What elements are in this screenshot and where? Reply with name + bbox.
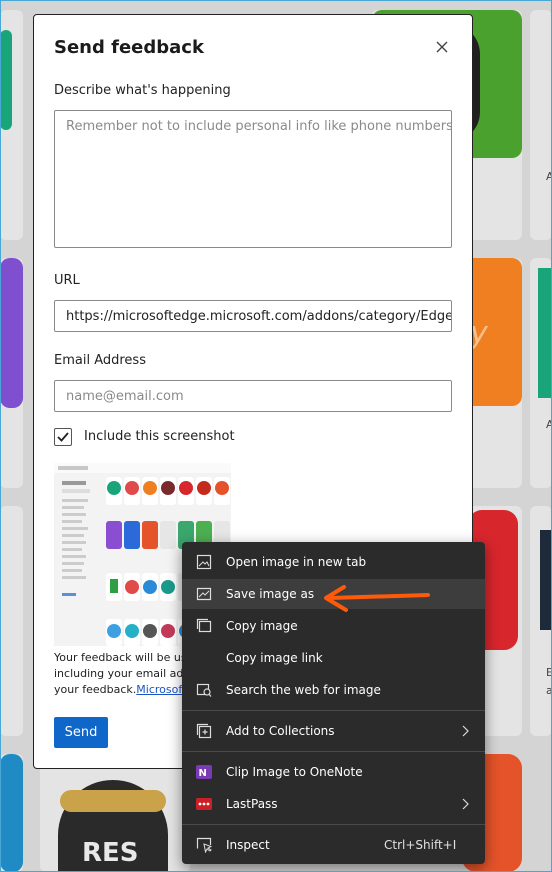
background-tile <box>0 754 23 872</box>
inspect-icon <box>196 837 212 853</box>
menu-item-label: Open image in new tab <box>226 555 367 569</box>
menu-separator <box>182 824 485 825</box>
menu-item-label: Copy image <box>226 619 298 633</box>
privacy-note-line-3: your feedback.Microsoft <box>54 682 194 698</box>
menu-item-open-image-new-tab[interactable]: Open image in new tab <box>182 547 485 577</box>
privacy-note-line-1: Your feedback will be us <box>54 651 187 664</box>
background-tile <box>0 30 12 130</box>
email-input[interactable]: name@email.com <box>54 380 452 412</box>
send-button[interactable]: Send <box>54 717 108 748</box>
privacy-note-text: your feedback. <box>54 683 137 696</box>
background-tile <box>0 258 23 408</box>
background-text: a <box>546 684 552 697</box>
copy-image-icon <box>196 618 212 633</box>
url-input[interactable]: https://microsoftedge.microsoft.com/addo… <box>54 300 452 332</box>
menu-item-label: LastPass <box>226 797 278 811</box>
privacy-note: Your feedback will be us including your … <box>54 650 194 698</box>
include-screenshot-label: Include this screenshot <box>84 429 235 444</box>
onenote-icon: N <box>196 765 212 779</box>
menu-item-label: Save image as <box>226 587 315 601</box>
close-icon[interactable] <box>432 37 452 57</box>
url-value: https://microsoftedge.microsoft.com/addo… <box>66 309 451 324</box>
url-label: URL <box>54 273 80 288</box>
background-text: A <box>546 170 552 183</box>
background-text: A <box>546 418 552 431</box>
menu-item-label: Copy image link <box>226 651 323 665</box>
email-label: Email Address <box>54 353 146 368</box>
background-text: E <box>546 666 552 679</box>
menu-item-lastpass[interactable]: LastPass <box>182 789 485 819</box>
menu-item-label: Clip Image to OneNote <box>226 765 363 779</box>
describe-textarea[interactable]: Remember not to include personal info li… <box>54 110 452 248</box>
menu-item-label: Add to Collections <box>226 724 335 738</box>
email-placeholder: name@email.com <box>66 389 184 404</box>
menu-item-copy-image[interactable]: Copy image <box>182 611 485 641</box>
chevron-right-icon <box>462 798 469 810</box>
describe-placeholder: Remember not to include personal info li… <box>66 119 451 134</box>
menu-item-shortcut: Ctrl+Shift+I <box>384 838 457 852</box>
lastpass-icon <box>196 798 212 810</box>
menu-item-clip-image-onenote[interactable]: N Clip Image to OneNote <box>182 757 485 787</box>
menu-item-label: Inspect <box>226 838 270 852</box>
privacy-note-line-2: including your email add <box>54 667 191 680</box>
menu-item-label: Search the web for image <box>226 683 381 697</box>
background-tile <box>60 790 166 812</box>
include-screenshot-checkbox[interactable] <box>54 428 72 446</box>
menu-item-search-web-for-image[interactable]: Search the web for image <box>182 675 485 705</box>
background-tile <box>540 530 552 630</box>
chevron-right-icon <box>462 725 469 737</box>
checkmark-icon <box>57 432 69 442</box>
menu-separator <box>182 751 485 752</box>
menu-item-add-to-collections[interactable]: Add to Collections <box>182 716 485 746</box>
save-image-icon <box>196 587 212 601</box>
svg-text:N: N <box>199 768 207 779</box>
annotation-arrow-icon <box>324 585 430 612</box>
background-text: RES <box>82 838 139 868</box>
collections-icon <box>196 723 212 739</box>
background-card <box>0 506 23 736</box>
menu-item-inspect[interactable]: Inspect Ctrl+Shift+I <box>182 830 485 860</box>
background-tile <box>538 268 552 398</box>
describe-label: Describe what's happening <box>54 83 231 98</box>
privacy-link[interactable]: Microsoft <box>136 683 186 696</box>
search-image-icon <box>196 683 212 697</box>
background-card <box>530 10 552 240</box>
dialog-title: Send feedback <box>54 37 204 58</box>
open-image-icon <box>196 554 212 570</box>
menu-separator <box>182 710 485 711</box>
menu-item-copy-image-link[interactable]: Copy image link <box>182 643 485 673</box>
